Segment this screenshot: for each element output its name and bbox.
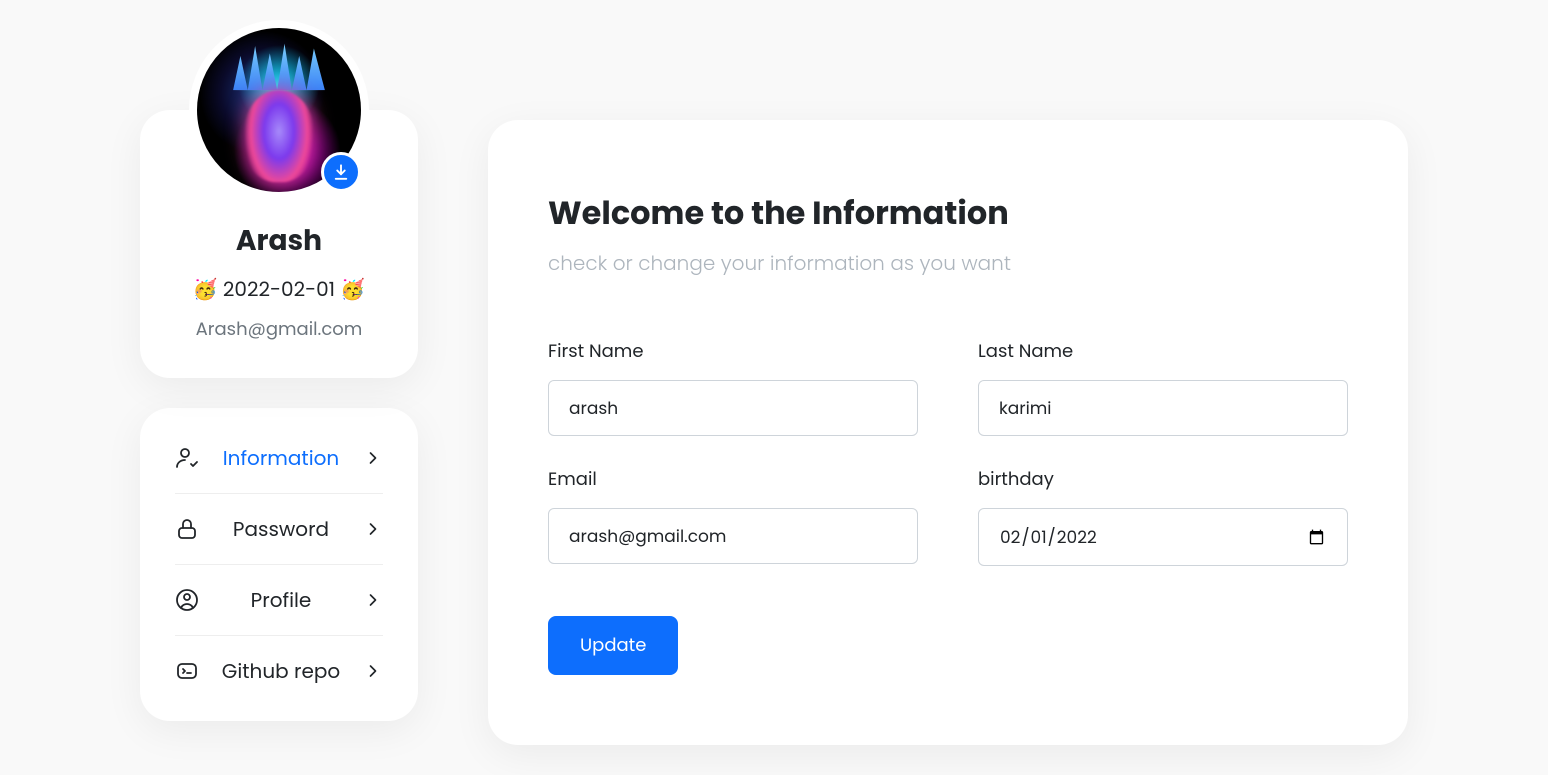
email-input[interactable] bbox=[548, 508, 918, 564]
nav-label: Github repo bbox=[199, 656, 363, 686]
profile-date: 🥳 2022-02-01 🥳 bbox=[170, 274, 388, 304]
user-edit-icon bbox=[175, 446, 199, 470]
update-button[interactable]: Update bbox=[548, 616, 678, 675]
email-label: Email bbox=[548, 466, 918, 493]
first-name-input[interactable] bbox=[548, 380, 918, 436]
form-grid: First Name Last Name Email birthday bbox=[548, 338, 1348, 566]
nav-item-password[interactable]: Password bbox=[175, 494, 383, 565]
nav-label: Profile bbox=[199, 585, 363, 615]
nav-item-github[interactable]: Github repo bbox=[175, 636, 383, 706]
page-title: Welcome to the Information bbox=[548, 190, 1348, 238]
last-name-group: Last Name bbox=[978, 338, 1348, 436]
profile-card: Arash 🥳 2022-02-01 🥳 Arash@gmail.com bbox=[140, 110, 418, 378]
page-subtitle: check or change your information as you … bbox=[548, 248, 1348, 278]
main-card: Welcome to the Information check or chan… bbox=[488, 120, 1408, 745]
profile-email: Arash@gmail.com bbox=[170, 316, 388, 343]
first-name-label: First Name bbox=[548, 338, 918, 365]
nav-label: Information bbox=[199, 443, 363, 473]
last-name-input[interactable] bbox=[978, 380, 1348, 436]
user-circle-icon bbox=[175, 588, 199, 612]
chevron-right-icon bbox=[363, 661, 383, 681]
chevron-right-icon bbox=[363, 448, 383, 468]
nav-label: Password bbox=[199, 514, 363, 544]
birthday-group: birthday bbox=[978, 466, 1348, 566]
chevron-right-icon bbox=[363, 590, 383, 610]
nav-card: Information Password Profile Github repo bbox=[140, 408, 418, 721]
lock-icon bbox=[175, 517, 199, 541]
birthday-label: birthday bbox=[978, 466, 1348, 493]
birthday-input[interactable] bbox=[978, 508, 1348, 566]
chevron-right-icon bbox=[363, 519, 383, 539]
first-name-group: First Name bbox=[548, 338, 918, 436]
avatar-wrap bbox=[189, 20, 369, 200]
profile-name: Arash bbox=[170, 220, 388, 262]
terminal-icon bbox=[175, 659, 199, 683]
last-name-label: Last Name bbox=[978, 338, 1348, 365]
download-avatar-button[interactable] bbox=[321, 152, 361, 192]
nav-item-profile[interactable]: Profile bbox=[175, 565, 383, 636]
nav-item-information[interactable]: Information bbox=[175, 423, 383, 494]
email-group: Email bbox=[548, 466, 918, 566]
download-icon bbox=[332, 163, 350, 181]
